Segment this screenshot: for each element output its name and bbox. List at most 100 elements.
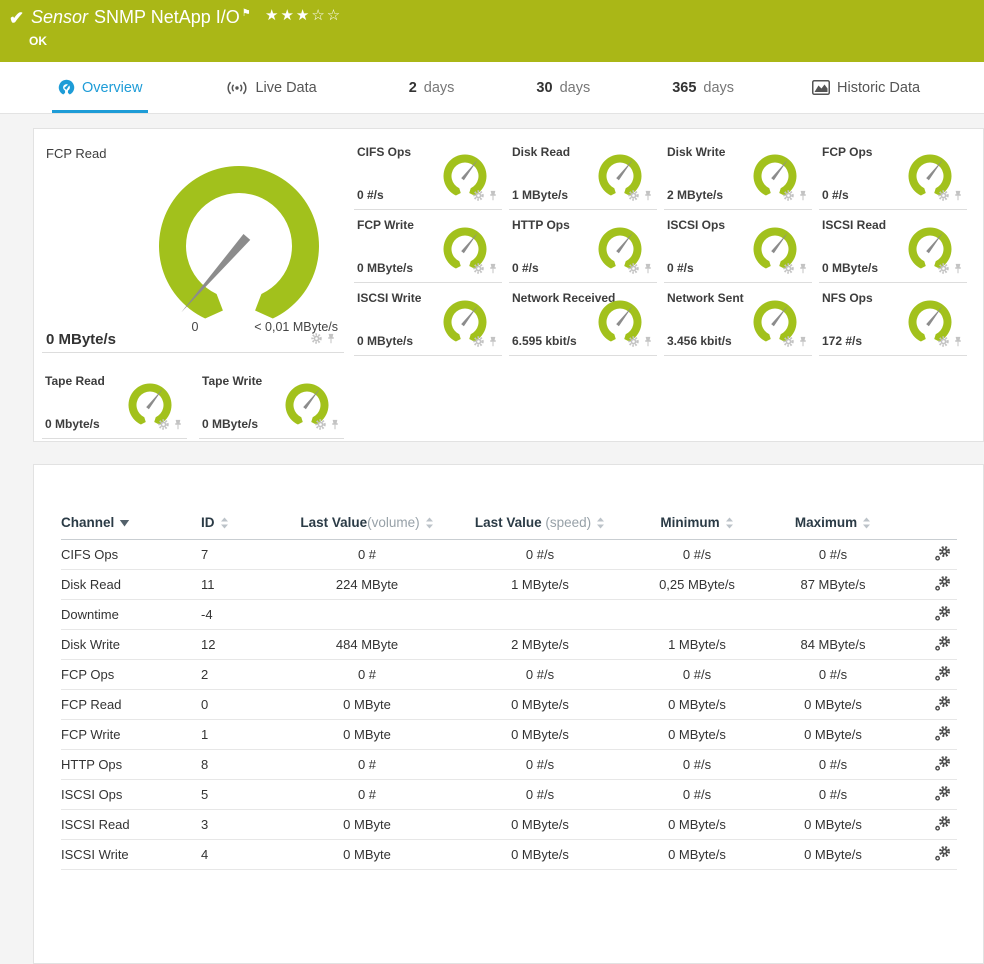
gauge-cell-http-ops[interactable]: HTTP Ops 0 #/s (509, 210, 657, 283)
table-row-iscsi-ops[interactable]: ISCSI Ops 5 0 # 0 #/s 0 #/s 0 #/s (61, 780, 957, 810)
pin-icon[interactable] (953, 188, 963, 206)
channel-settings-icon[interactable] (934, 695, 957, 715)
channel-settings-icon[interactable] (934, 545, 957, 565)
gauge-cell-actions[interactable] (628, 188, 653, 206)
channel-settings-icon[interactable] (934, 635, 957, 655)
gauge-cell-actions[interactable] (938, 261, 963, 279)
gauge-cell-network-received[interactable]: Network Received 6.595 kbit/s (509, 283, 657, 356)
gauge-cell-actions[interactable] (938, 334, 963, 352)
channel-settings-icon[interactable] (934, 665, 957, 685)
pin-icon[interactable] (953, 334, 963, 352)
gauge-cell-tape-read[interactable]: Tape Read 0 Mbyte/s (42, 366, 187, 439)
table-row-fcp-ops[interactable]: FCP Ops 2 0 # 0 #/s 0 #/s 0 #/s (61, 660, 957, 690)
column-header-id[interactable]: ID (201, 509, 283, 540)
column-header-maximum[interactable]: Maximum (765, 509, 901, 540)
pin-icon[interactable] (488, 188, 498, 206)
channel-settings-icon[interactable] (934, 845, 957, 865)
channel-settings-icon[interactable] (934, 575, 957, 595)
table-row-iscsi-read[interactable]: ISCSI Read 3 0 MByte 0 MByte/s 0 MByte/s 0 MB… (61, 810, 957, 840)
gauge-cell-fcp-write[interactable]: FCP Write 0 MByte/s (354, 210, 502, 283)
gear-icon[interactable] (938, 188, 949, 206)
gauge-cell-tape-write[interactable]: Tape Write 0 MByte/s (199, 366, 344, 439)
channel-settings-cell (901, 720, 957, 750)
pin-icon[interactable] (326, 331, 336, 349)
gauge-cell-actions[interactable] (473, 261, 498, 279)
column-header-last-value[interactable]: Last Value (speed) (451, 509, 629, 540)
gauge-cell-actions[interactable] (315, 417, 340, 435)
channel-settings-icon[interactable] (934, 785, 957, 805)
tab-overview[interactable]: Overview (52, 62, 149, 113)
tab-2-days[interactable]: 2 days (403, 62, 461, 113)
table-row-http-ops[interactable]: HTTP Ops 8 0 # 0 #/s 0 #/s 0 #/s (61, 750, 957, 780)
tab-live-data[interactable]: Live Data (220, 62, 322, 113)
column-header-channel[interactable]: Channel (61, 509, 201, 540)
table-row-disk-write[interactable]: Disk Write 12 484 MByte 2 MByte/s 1 MByte/s 8… (61, 630, 957, 660)
gauge-cell-nfs-ops[interactable]: NFS Ops 172 #/s (819, 283, 967, 356)
gear-icon[interactable] (783, 334, 794, 352)
pin-icon[interactable] (173, 417, 183, 435)
channel-settings-icon[interactable] (934, 815, 957, 835)
pin-icon[interactable] (643, 261, 653, 279)
gauge-cell-actions[interactable] (783, 261, 808, 279)
gauge-cell-actions[interactable] (783, 188, 808, 206)
gauge-cell-iscsi-read[interactable]: ISCSI Read 0 MByte/s (819, 210, 967, 283)
gear-icon[interactable] (783, 261, 794, 279)
table-row-disk-read[interactable]: Disk Read 11 224 MByte 1 MByte/s 0,25 MByte/… (61, 570, 957, 600)
column-header-minimum[interactable]: Minimum (629, 509, 765, 540)
gauge-cell-disk-write[interactable]: Disk Write 2 MByte/s (664, 137, 812, 210)
gauge-cell-actions[interactable] (158, 417, 183, 435)
gear-icon[interactable] (783, 188, 794, 206)
channel-settings-icon[interactable] (934, 755, 957, 775)
gear-icon[interactable] (311, 331, 322, 349)
gauge-cell-actions[interactable] (628, 261, 653, 279)
column-header-last-value[interactable]: Last Value(volume) (283, 509, 451, 540)
gear-icon[interactable] (628, 334, 639, 352)
minimum-value: 0 MByte/s (668, 847, 726, 862)
pin-icon[interactable] (643, 334, 653, 352)
pin-icon[interactable] (798, 188, 808, 206)
gear-icon[interactable] (938, 334, 949, 352)
gear-icon[interactable] (473, 261, 484, 279)
gear-icon[interactable] (628, 261, 639, 279)
gauge-cell-cifs-ops[interactable]: CIFS Ops 0 #/s (354, 137, 502, 210)
gauge-cell-network-sent[interactable]: Network Sent 3.456 kbit/s (664, 283, 812, 356)
gear-icon[interactable] (938, 261, 949, 279)
pin-icon[interactable] (643, 188, 653, 206)
gauge-cell-fcp-read[interactable]: FCP Read 0 < 0,01 MByte/s 0 MByte/s (42, 137, 344, 353)
gear-icon[interactable] (158, 417, 169, 435)
channel-id: 5 (201, 787, 209, 802)
gear-icon[interactable] (473, 334, 484, 352)
gauge-cell-iscsi-ops[interactable]: ISCSI Ops 0 #/s (664, 210, 812, 283)
table-row-downtime[interactable]: Downtime -4 (61, 600, 957, 630)
pin-icon[interactable] (953, 261, 963, 279)
gear-icon[interactable] (315, 417, 326, 435)
priority-stars[interactable]: ★★★☆☆ (265, 6, 342, 24)
gauge-cell-fcp-ops[interactable]: FCP Ops 0 #/s (819, 137, 967, 210)
tab-365-days[interactable]: 365 days (666, 62, 740, 113)
gauge-cell-iscsi-write[interactable]: ISCSI Write 0 MByte/s (354, 283, 502, 356)
gauge-cell-actions[interactable] (628, 334, 653, 352)
table-row-fcp-read[interactable]: FCP Read 0 0 MByte 0 MByte/s 0 MByte/s 0 MByt… (61, 690, 957, 720)
table-row-fcp-write[interactable]: FCP Write 1 0 MByte 0 MByte/s 0 MByte/s 0 MBy… (61, 720, 957, 750)
channel-settings-icon[interactable] (934, 725, 957, 745)
gear-icon[interactable] (473, 188, 484, 206)
pin-icon[interactable] (488, 261, 498, 279)
table-row-iscsi-write[interactable]: ISCSI Write 4 0 MByte 0 MByte/s 0 MByte/s 0 M… (61, 840, 957, 870)
tab-historic-data[interactable]: Historic Data (806, 62, 926, 113)
gear-icon[interactable] (628, 188, 639, 206)
gauge-cell-actions[interactable] (938, 188, 963, 206)
channel-settings-icon[interactable] (934, 605, 957, 625)
gauge-cell-disk-read[interactable]: Disk Read 1 MByte/s (509, 137, 657, 210)
flag-icon[interactable]: ⚑ (242, 8, 251, 19)
gauge-cell-actions[interactable] (473, 188, 498, 206)
pin-icon[interactable] (488, 334, 498, 352)
tab-30-days[interactable]: 30 days (530, 62, 596, 113)
pin-icon[interactable] (798, 334, 808, 352)
gauge-title: NFS Ops (822, 291, 873, 305)
pin-icon[interactable] (330, 417, 340, 435)
pin-icon[interactable] (798, 261, 808, 279)
table-row-cifs-ops[interactable]: CIFS Ops 7 0 # 0 #/s 0 #/s 0 #/s (61, 540, 957, 570)
gauge-cell-actions[interactable] (783, 334, 808, 352)
gauge-cell-actions[interactable] (473, 334, 498, 352)
gauge-cell-actions[interactable] (311, 331, 336, 349)
